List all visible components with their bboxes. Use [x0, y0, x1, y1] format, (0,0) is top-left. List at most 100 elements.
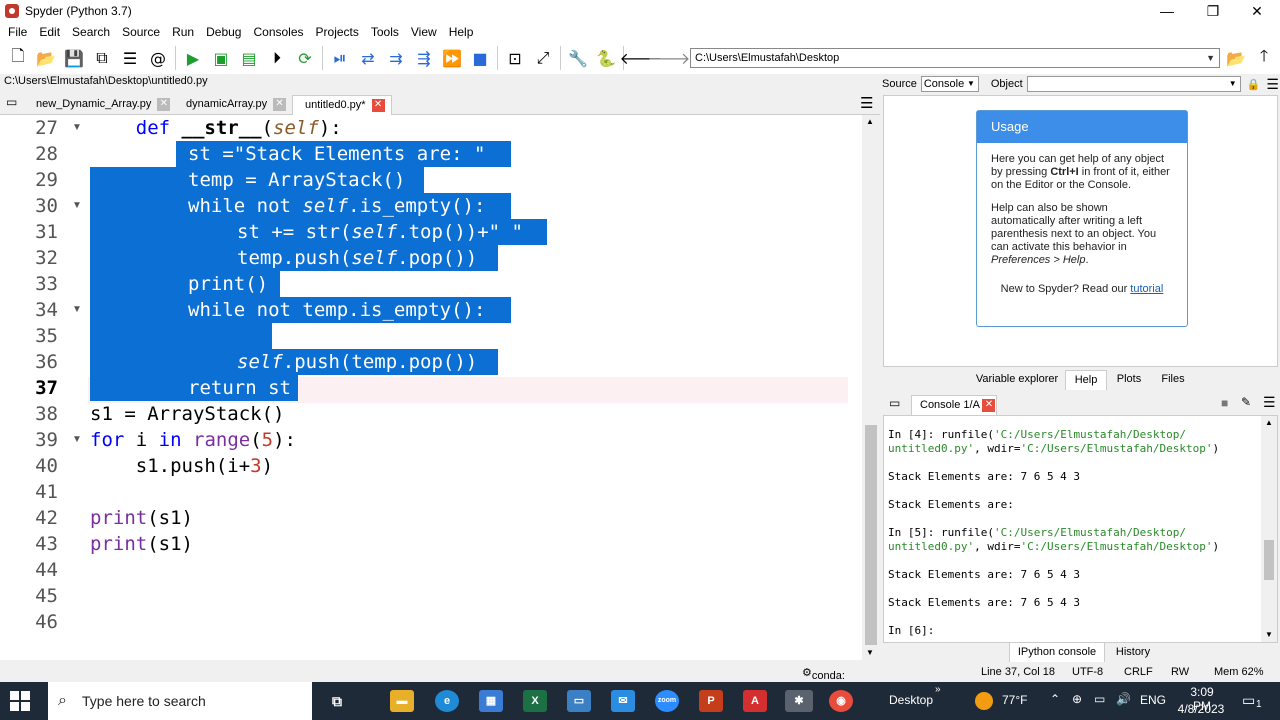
battery-icon[interactable]: ▭ — [1094, 692, 1105, 706]
tab-variable-explorer[interactable]: Variable explorer — [971, 370, 1063, 390]
close-tab-icon[interactable]: ✕ — [273, 97, 287, 111]
editor-scrollbar[interactable]: ▲ ▼ — [862, 115, 880, 660]
windows-start-icon[interactable] — [10, 691, 30, 711]
weather-temp[interactable]: 77°F — [1002, 693, 1027, 707]
fold-arrow-icon[interactable]: ▼ — [72, 115, 82, 141]
scroll-down-icon[interactable]: ▼ — [866, 648, 874, 657]
stop-icon[interactable]: ■ — [1221, 396, 1228, 410]
clock-date[interactable]: 4/8/2023 — [1176, 702, 1226, 716]
run-selection-icon[interactable]: ⏵ — [266, 47, 288, 69]
menu-consoles[interactable]: Consoles — [247, 25, 309, 39]
continue-icon[interactable]: ⏩ — [441, 47, 463, 69]
tab-dynamic-array[interactable]: dynamicArray.py ✕ — [180, 95, 287, 115]
eraser-icon[interactable]: ✎ — [1241, 395, 1251, 409]
fold-arrow-icon[interactable]: ▼ — [72, 297, 82, 323]
menu-run[interactable]: Run — [166, 25, 200, 39]
rerun-icon[interactable]: ⟳ — [294, 47, 316, 69]
step-icon[interactable]: ⇄ — [357, 47, 379, 69]
save-icon[interactable]: 💾 — [63, 47, 85, 69]
close-window-button[interactable]: ✕ — [1234, 0, 1280, 22]
browse-folder-icon[interactable]: 📂 — [1225, 47, 1247, 69]
tab-plots[interactable]: Plots — [1111, 370, 1147, 390]
working-directory-combo[interactable]: C:\Users\Elmustafah\Desktop ▼ — [690, 48, 1220, 68]
code-editor[interactable]: 27 28 29 30 31 32 33 34 35 36 37 38 39 4… — [0, 115, 880, 660]
tab-untitled0[interactable]: untitled0.py* ✕ — [292, 95, 392, 115]
notification-icon[interactable]: ▭ — [1242, 692, 1255, 709]
restore-button[interactable]: ❐ — [1190, 0, 1236, 22]
tab-history[interactable]: History — [1109, 643, 1157, 663]
tab-files[interactable]: Files — [1153, 370, 1193, 390]
fullscreen-icon[interactable]: ⤢ — [532, 47, 554, 69]
step-into-icon[interactable]: ⇉ — [385, 47, 407, 69]
scroll-up-icon[interactable]: ▲ — [1265, 418, 1273, 427]
remote-desktop-icon[interactable]: ▭ — [567, 690, 591, 712]
excel-icon[interactable]: X — [523, 690, 547, 712]
zoom-icon[interactable]: zoom — [655, 690, 679, 712]
source-combo[interactable]: Console ▼ — [920, 76, 979, 92]
menu-edit[interactable]: Edit — [33, 25, 66, 39]
forward-arrow-icon[interactable]: 🡒 — [648, 47, 691, 69]
step-return-icon[interactable]: ⇶ — [413, 47, 435, 69]
browse-tabs-icon[interactable]: ▭ — [6, 95, 17, 109]
menu-source[interactable]: Source — [116, 25, 166, 39]
run-cell-icon[interactable]: ▣ — [210, 47, 232, 69]
minimize-button[interactable]: — — [1144, 0, 1190, 22]
scrollbar-thumb[interactable] — [1264, 540, 1274, 580]
tutorial-link[interactable]: tutorial — [1130, 283, 1163, 295]
mail-icon[interactable]: ✉ — [611, 690, 635, 712]
store-icon[interactable]: ▦ — [479, 690, 503, 712]
fold-arrow-icon[interactable]: ▼ — [72, 427, 82, 453]
menu-search[interactable]: Search — [66, 25, 116, 39]
open-folder-icon[interactable]: 📂 — [35, 47, 57, 69]
new-file-icon[interactable]: 🗋 — [7, 46, 29, 69]
save-all-icon[interactable]: ⧉ — [91, 47, 113, 69]
tab-new-dynamic-array[interactable]: new_Dynamic_Array.py ✕ — [30, 95, 171, 115]
menu-projects[interactable]: Projects — [310, 25, 365, 39]
options-menu-icon[interactable]: ☰ — [860, 94, 873, 112]
language-indicator[interactable]: ENG — [1140, 693, 1166, 707]
debug-icon[interactable]: ⏯ — [329, 47, 351, 69]
list-icon[interactable]: ☰ — [119, 47, 141, 69]
maximize-pane-icon[interactable]: ⊡ — [504, 47, 526, 69]
edge-icon[interactable]: e — [435, 690, 459, 712]
tab-help[interactable]: Help — [1065, 370, 1107, 390]
menu-tools[interactable]: Tools — [365, 25, 405, 39]
taskbar-search-box[interactable]: ⌕ Type here to search — [48, 682, 312, 720]
tab-console-1a[interactable]: Console 1/A ✕ — [911, 395, 997, 415]
powerpoint-icon[interactable]: P — [699, 690, 723, 712]
close-tab-icon[interactable]: ✕ — [982, 398, 996, 412]
parent-directory-icon[interactable]: 🡑 — [1253, 46, 1275, 69]
close-tab-icon[interactable]: ✕ — [371, 98, 385, 112]
menu-view[interactable]: View — [405, 25, 443, 39]
file-explorer-icon[interactable]: ▬ — [390, 690, 414, 712]
stop-debug-icon[interactable]: ■ — [469, 47, 491, 69]
console-scrollbar[interactable]: ▲ ▼ — [1261, 416, 1277, 642]
options-menu-icon[interactable]: ☰ — [1266, 76, 1279, 93]
menu-help[interactable]: Help — [443, 25, 480, 39]
preferences-wrench-icon[interactable]: 🔧 — [567, 47, 589, 69]
object-combo[interactable]: ▼ — [1026, 76, 1241, 92]
at-icon[interactable]: @ — [147, 47, 169, 69]
chevron-up-icon[interactable]: ⌃ — [1050, 692, 1060, 706]
python-path-icon[interactable]: 🐍 — [595, 47, 617, 69]
network-icon[interactable]: ⊕ — [1072, 692, 1082, 706]
desktop-toolbar-label[interactable]: Desktop — [889, 693, 933, 707]
scroll-up-icon[interactable]: ▲ — [866, 117, 874, 126]
close-tab-icon[interactable]: ✕ — [157, 97, 171, 111]
scrollbar-thumb[interactable] — [865, 425, 877, 645]
options-menu-icon[interactable]: ☰ — [1263, 394, 1276, 411]
weather-sun-icon[interactable] — [975, 692, 993, 710]
lock-icon[interactable]: 🔒 — [1247, 78, 1261, 91]
ipython-console[interactable]: In [4]: runfile('C:/Users/Elmustafah/Des… — [883, 415, 1278, 643]
acrobat-icon[interactable]: A — [743, 690, 767, 712]
task-view-icon[interactable]: ⧉ — [325, 690, 349, 712]
tab-ipython-console[interactable]: IPython console — [1009, 643, 1105, 663]
fold-arrow-icon[interactable]: ▼ — [72, 193, 82, 219]
menu-file[interactable]: File — [2, 25, 33, 39]
chrome-icon[interactable]: ◉ — [829, 690, 853, 712]
menu-debug[interactable]: Debug — [200, 25, 247, 39]
volume-icon[interactable]: 🔊 — [1116, 692, 1131, 706]
scroll-down-icon[interactable]: ▼ — [1265, 630, 1273, 639]
browse-tabs-icon[interactable]: ▭ — [889, 396, 900, 410]
spyder-taskbar-icon[interactable]: ✱ — [785, 690, 813, 712]
